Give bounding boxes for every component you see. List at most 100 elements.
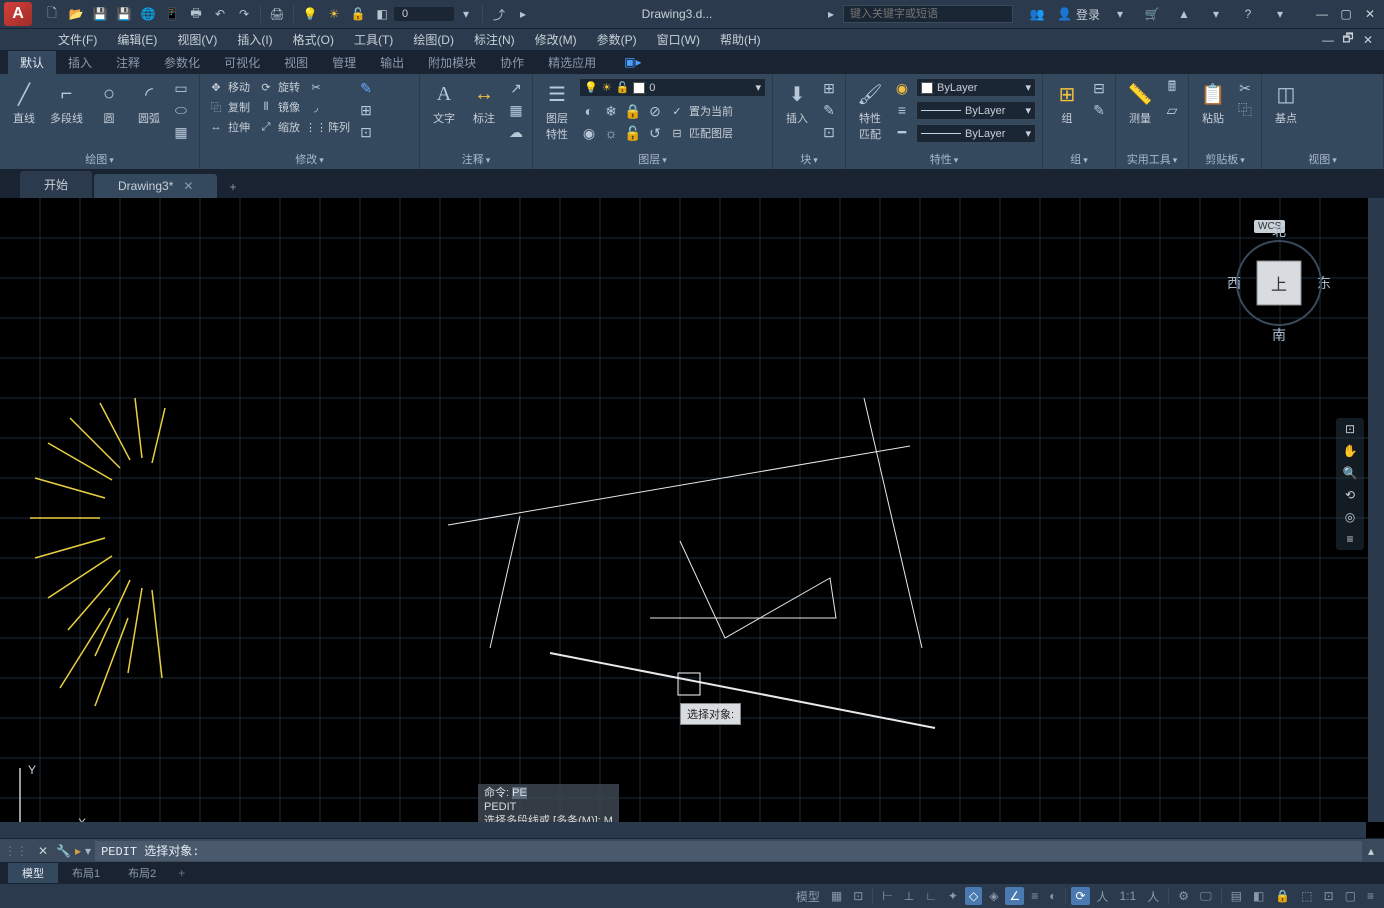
lweight-icon[interactable]: ━ <box>892 122 912 142</box>
layer-off-icon[interactable]: ⊘ <box>645 101 665 121</box>
scale-button[interactable]: ⤢缩放 <box>256 118 302 136</box>
maximize-button[interactable]: ▢ <box>1336 5 1356 23</box>
menu-help[interactable]: 帮助(H) <box>710 29 771 50</box>
add-tab-button[interactable]: + <box>219 176 246 198</box>
menu-view[interactable]: 视图(V) <box>167 29 227 50</box>
polyline-button[interactable]: ⌐多段线 <box>46 78 87 128</box>
cart-icon[interactable]: 🛒 <box>1143 5 1161 23</box>
grip-icon[interactable]: ⋮⋮ <box>4 844 28 858</box>
layer-prev-icon[interactable]: ↺ <box>645 123 665 143</box>
nav-zoom-icon[interactable]: 🔍 <box>1343 466 1358 480</box>
copy-clip-icon[interactable]: ⿻ <box>1235 100 1255 120</box>
tab-layout1[interactable]: 布局1 <box>58 863 114 883</box>
panel-title[interactable]: 剪贴板▾ <box>1195 149 1255 169</box>
autodesk-icon[interactable]: ▲ <box>1175 5 1193 23</box>
tab-current-drawing[interactable]: Drawing3*✕ <box>94 174 217 198</box>
chevron-down-icon[interactable]: ▾ <box>457 5 475 23</box>
group-edit-icon[interactable]: ✎ <box>1089 100 1109 120</box>
match-layer-button[interactable]: ⊟匹配图层 <box>667 123 735 143</box>
group-button[interactable]: ⊞组 <box>1049 78 1085 128</box>
status-3dosnap-icon[interactable]: ◈ <box>985 887 1002 905</box>
ellipse-icon[interactable]: ⬭ <box>171 100 191 120</box>
customize-cmd-icon[interactable]: 🔧 <box>56 844 71 858</box>
tab-start[interactable]: 开始 <box>20 171 92 198</box>
status-transparency-icon[interactable]: ◐ <box>1045 887 1060 905</box>
menu-param[interactable]: 参数(P) <box>587 29 647 50</box>
save-icon[interactable]: 💾 <box>91 5 109 23</box>
panel-title[interactable]: 修改▾ <box>206 149 413 169</box>
new-icon[interactable]: 🗋 <box>43 5 61 23</box>
status-lock-icon[interactable]: 🔒 <box>1271 887 1294 905</box>
status-dyn-icon[interactable]: ⊥ <box>900 887 918 905</box>
share-icon[interactable]: ⤴ <box>490 5 508 23</box>
status-monitor-icon[interactable]: 🖵 <box>1196 887 1216 906</box>
mdi-restore[interactable]: 🗗 <box>1338 31 1358 49</box>
panel-title[interactable]: 特性▾ <box>852 149 1036 169</box>
tab-model[interactable]: 模型 <box>8 863 58 883</box>
status-scale[interactable]: 1:1 <box>1116 887 1141 905</box>
help-icon[interactable]: ? <box>1239 5 1257 23</box>
menu-draw[interactable]: 绘图(D) <box>403 29 464 50</box>
status-snap-icon[interactable]: ⊡ <box>849 887 867 905</box>
mdi-close[interactable]: ✕ <box>1358 31 1378 49</box>
viewcube[interactable]: 北 西 东 南 上 WCS <box>1224 218 1334 348</box>
menu-format[interactable]: 格式(O) <box>283 29 344 50</box>
fillet-button[interactable]: ◞ <box>306 98 352 116</box>
ungroup-icon[interactable]: ⊟ <box>1089 78 1109 98</box>
menu-dim[interactable]: 标注(N) <box>464 29 525 50</box>
layer-unlock-icon[interactable]: 🔓 <box>623 123 643 143</box>
layer-freeze-icon[interactable]: ❄ <box>601 101 621 121</box>
saveas-icon[interactable]: 💾 <box>115 5 133 23</box>
tab-insert[interactable]: 插入 <box>56 51 104 74</box>
nav-full-icon[interactable]: ⊡ <box>1345 422 1355 436</box>
cloud-icon[interactable]: ☁ <box>506 122 526 142</box>
lweight-dropdown[interactable]: ByLayer▾ <box>916 124 1036 143</box>
color-wheel-icon[interactable]: ◉ <box>892 78 912 98</box>
status-anno-icon[interactable]: 人 <box>1093 886 1113 907</box>
web-icon[interactable]: 🌐 <box>139 5 157 23</box>
vertical-scrollbar[interactable] <box>1368 198 1384 822</box>
match-props-button[interactable]: 🖌特性 匹配 <box>852 78 888 144</box>
menu-modify[interactable]: 修改(M) <box>525 29 587 50</box>
select-icon[interactable]: ▱ <box>1162 100 1182 120</box>
layer-thaw-icon[interactable]: ☼ <box>601 123 621 143</box>
panel-title[interactable]: 实用工具▾ <box>1122 149 1182 169</box>
mobile-icon[interactable]: 📱 <box>163 5 181 23</box>
horizontal-scrollbar[interactable] <box>0 822 1366 838</box>
chevron-down-icon[interactable]: ▾ <box>1111 5 1129 23</box>
search-input[interactable] <box>843 5 1013 23</box>
edit-block-icon[interactable]: ✎ <box>819 100 839 120</box>
close-cmd-icon[interactable]: ✕ <box>38 844 48 858</box>
measure-button[interactable]: 📏测量 <box>1122 78 1158 128</box>
status-ortho-icon[interactable]: ∟ <box>921 887 941 905</box>
sun-icon[interactable]: ☀ <box>325 5 343 23</box>
layer-iso-icon[interactable]: ◐ <box>579 101 599 121</box>
status-hw-icon[interactable]: ⊡ <box>1320 887 1338 905</box>
offset-icon[interactable]: ⊡ <box>356 122 376 142</box>
color-dropdown[interactable]: ByLayer▾ <box>916 78 1036 97</box>
set-current-button[interactable]: ✓置为当前 <box>667 101 735 121</box>
add-layout-button[interactable]: + <box>170 864 193 882</box>
menu-tools[interactable]: 工具(T) <box>344 29 403 50</box>
attr-icon[interactable]: ⊡ <box>819 122 839 142</box>
nav-wheel-icon[interactable]: ◎ <box>1345 510 1355 524</box>
array-button[interactable]: ⋮⋮阵列 <box>306 118 352 136</box>
redo-icon[interactable]: ↷ <box>235 5 253 23</box>
status-cycle-icon[interactable]: ⟳ <box>1071 887 1089 905</box>
layer-color-icon[interactable]: ◧ <box>373 5 391 23</box>
tab-view[interactable]: 视图 <box>272 51 320 74</box>
layer-props-button[interactable]: ☰图层 特性 <box>539 78 575 144</box>
menu-window[interactable]: 窗口(W) <box>647 29 710 50</box>
tab-featured[interactable]: 精选应用 <box>536 51 608 74</box>
copy-button[interactable]: ⿻复制 <box>206 98 252 116</box>
calc-icon[interactable]: 🖩 <box>1162 78 1182 98</box>
nav-more-icon[interactable]: ≡ <box>1346 532 1353 546</box>
status-custom-icon[interactable]: ≡ <box>1363 887 1378 905</box>
ltype-dropdown[interactable]: ByLayer▾ <box>916 101 1036 120</box>
qat-more-icon[interactable]: ▸ <box>514 5 532 23</box>
tab-addon[interactable]: 附加模块 <box>416 51 488 74</box>
create-block-icon[interactable]: ⊞ <box>819 78 839 98</box>
open-icon[interactable]: 📂 <box>67 5 85 23</box>
rect-icon[interactable]: ▭ <box>171 78 191 98</box>
app-logo[interactable]: A <box>4 2 32 26</box>
